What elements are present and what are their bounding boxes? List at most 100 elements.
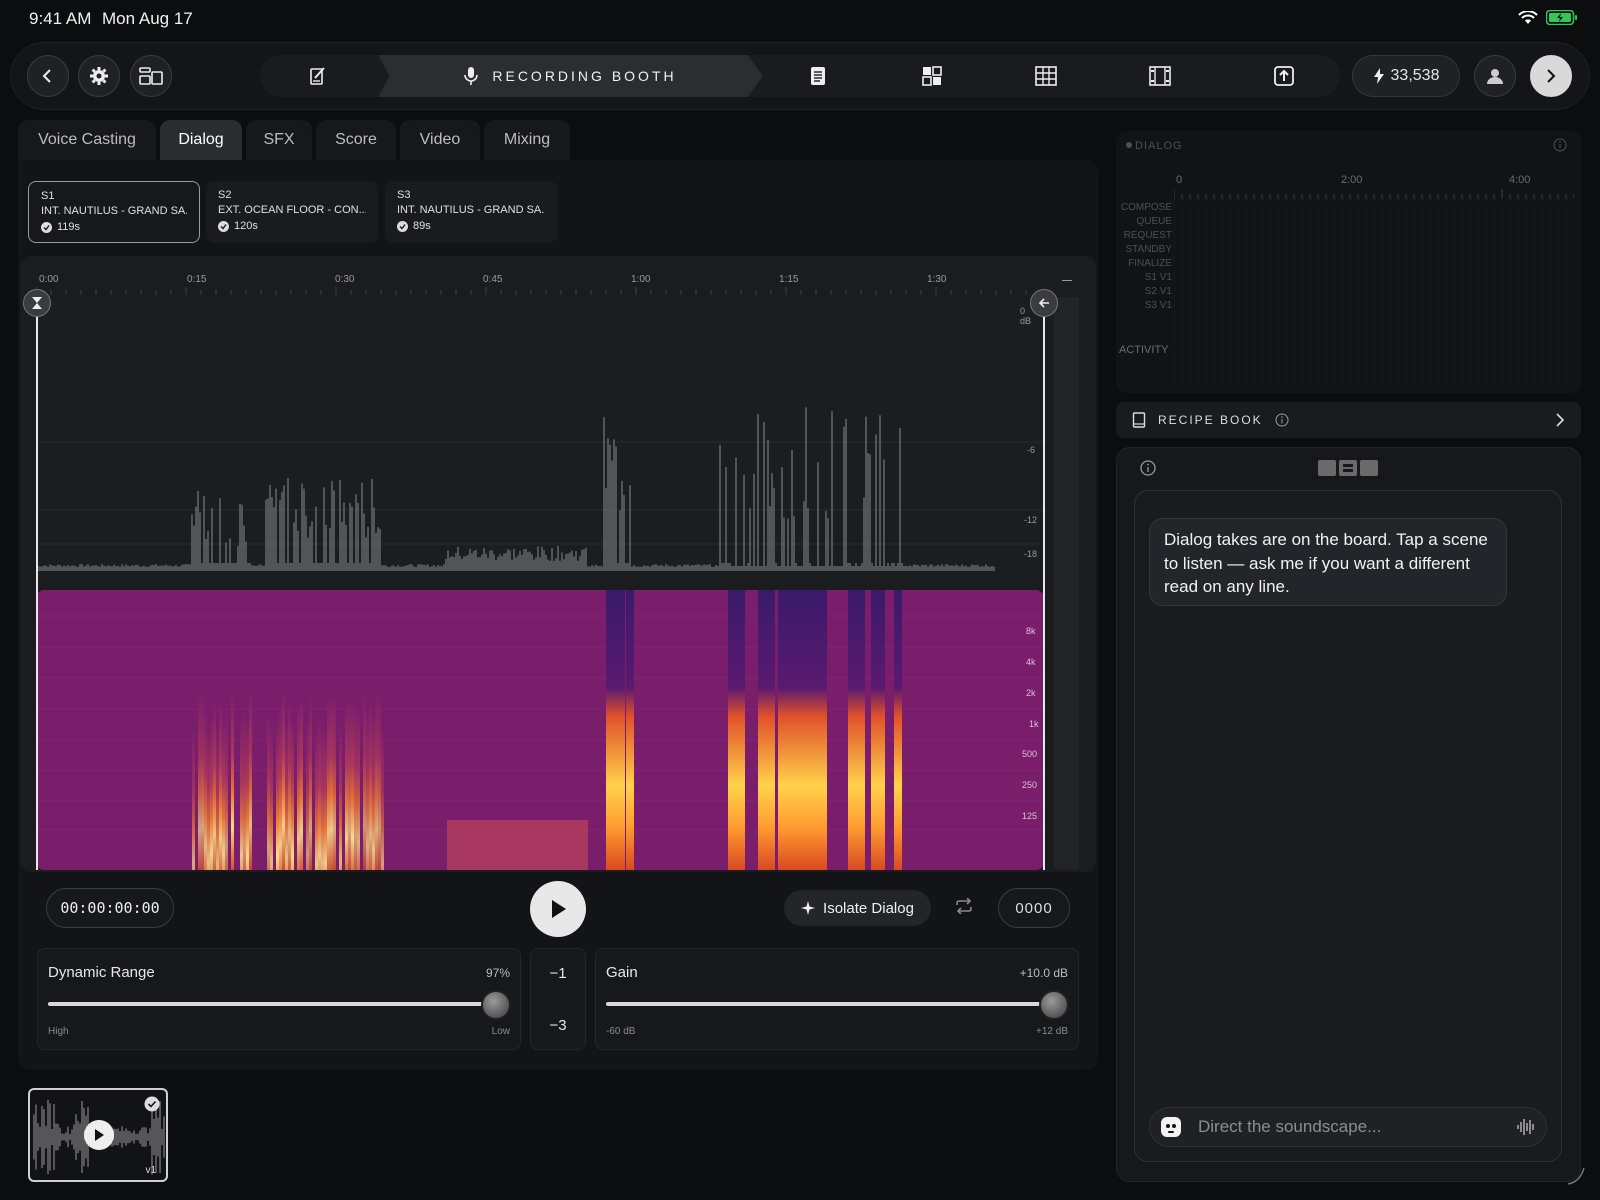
tab-video[interactable]: Video <box>400 120 480 160</box>
stage-document[interactable] <box>800 55 836 97</box>
ruler-tick: 0:15 <box>187 274 207 285</box>
dialog-panel-title: DIALOG <box>1135 140 1183 152</box>
credits-badge[interactable]: 33,538 <box>1352 55 1460 97</box>
settings-button[interactable] <box>78 55 120 97</box>
stage-film[interactable] <box>1142 55 1178 97</box>
version-play-button[interactable] <box>84 1120 114 1150</box>
db-label: -12 <box>1024 515 1038 525</box>
loop-icon[interactable] <box>954 898 974 914</box>
next-button[interactable] <box>1530 55 1572 97</box>
stage-export[interactable] <box>1266 55 1302 97</box>
voice-wave-icon[interactable] <box>1516 1117 1536 1137</box>
hz-label: 2k <box>1026 688 1036 698</box>
script-icon <box>310 67 325 85</box>
gain-max: +12 dB <box>1036 1026 1068 1037</box>
row-label: REQUEST <box>1123 230 1172 241</box>
dynamic-range-knob[interactable] <box>481 990 512 1020</box>
scene-title: EXT. OCEAN FLOOR - CON... <box>218 204 366 216</box>
stage-grid[interactable] <box>1028 55 1064 97</box>
row-label: STANDBY <box>1125 244 1173 255</box>
sparkle-icon <box>801 901 816 915</box>
status-time: 9:41 AM <box>29 9 92 28</box>
version-label: v1 <box>145 1165 156 1176</box>
hz-label: 500 <box>1022 749 1038 759</box>
stage-storyboard[interactable] <box>914 55 950 97</box>
db-label: -6 <box>1027 445 1036 455</box>
dynamic-range-min: High <box>48 1026 69 1037</box>
layout-icon <box>139 67 163 85</box>
stage-recording-booth[interactable]: RECORDING BOOTH <box>378 55 763 97</box>
hz-label: 4k <box>1026 657 1036 667</box>
dynamic-range-track[interactable] <box>48 1002 510 1006</box>
ruler-end-mark <box>1062 280 1072 281</box>
tab-mixing[interactable]: Mixing <box>484 120 570 160</box>
isolate-dialog-button[interactable]: Isolate Dialog <box>784 890 931 926</box>
scene-duration: 119s <box>57 221 81 233</box>
version-thumbnail[interactable]: v1 <box>28 1088 168 1182</box>
scene-card[interactable]: S2 EXT. OCEAN FLOOR - CON... 120s <box>206 181 378 243</box>
grid-icon <box>1035 66 1057 86</box>
play-button[interactable] <box>530 881 586 937</box>
gain-fill <box>606 1002 1055 1006</box>
info-icon[interactable] <box>1553 138 1567 152</box>
time-tick: 4:00 <box>1509 174 1531 186</box>
hz-label: 8k <box>1026 626 1036 636</box>
isolate-label: Isolate Dialog <box>823 899 914 917</box>
gain-knob[interactable] <box>1039 990 1070 1020</box>
gain-min: -60 dB <box>606 1026 636 1037</box>
info-icon[interactable] <box>1140 460 1156 476</box>
waveform[interactable] <box>36 300 1046 585</box>
dialog-ruler <box>1174 189 1574 199</box>
trim-start-handle[interactable] <box>23 289 51 317</box>
check-circle-icon <box>41 221 52 233</box>
scene-title: INT. NAUTILUS - GRAND SA... <box>41 205 187 217</box>
dynamic-range-value: 97% <box>485 966 510 980</box>
gain-track[interactable] <box>606 1002 1068 1006</box>
storyboard-icon <box>922 66 942 86</box>
recipe-book-bar[interactable]: RECIPE BOOK <box>1116 402 1581 438</box>
scene-card[interactable]: S3 INT. NAUTILUS - GRAND SA... 89s <box>385 181 557 243</box>
scene-id: S3 <box>397 189 411 201</box>
check-circle-icon <box>218 220 229 232</box>
scene-card[interactable]: S1 INT. NAUTILUS - GRAND SA... 119s <box>28 181 200 243</box>
credits-value: 33,538 <box>1390 67 1440 84</box>
lightning-icon <box>1373 68 1384 84</box>
tab-voice-casting[interactable]: Voice Casting <box>18 120 156 160</box>
info-icon[interactable] <box>1275 413 1289 427</box>
check-circle-icon <box>397 220 408 232</box>
timecode-display: 00:00:00:00 <box>46 888 174 928</box>
tab-score[interactable]: Score <box>316 120 396 160</box>
level-meter <box>1054 297 1079 869</box>
spectrogram[interactable] <box>36 590 1044 870</box>
dynamic-range-control: Dynamic Range 97% High Low <box>37 948 521 1050</box>
trim-end-line[interactable] <box>1043 300 1045 870</box>
status-dot-icon <box>1126 142 1132 148</box>
profile-button[interactable] <box>1474 55 1516 97</box>
tab-sfx[interactable]: SFX <box>246 120 312 160</box>
play-icon <box>552 900 566 918</box>
status-date: Mon Aug 17 <box>102 9 193 28</box>
resize-handle-icon[interactable] <box>1566 1166 1586 1186</box>
step-minus-3-button[interactable]: −3 <box>530 1000 586 1050</box>
ruler-tick: 1:15 <box>779 274 799 285</box>
tab-dialog[interactable]: Dialog <box>160 120 242 160</box>
db-label: -18 <box>1024 549 1038 559</box>
layout-button[interactable] <box>130 55 172 97</box>
recipe-book-label: RECIPE BOOK <box>1158 413 1263 427</box>
trim-end-handle[interactable] <box>1030 289 1058 317</box>
hz-label: 1k <box>1029 719 1039 729</box>
chat-input[interactable]: Direct the soundscape... <box>1149 1107 1547 1147</box>
back-button[interactable] <box>27 55 69 97</box>
activity-label: ACTIVITY <box>1119 344 1169 356</box>
assistant-avatar-icon <box>1161 1117 1181 1137</box>
chevron-right-icon <box>1556 413 1565 427</box>
stage-script[interactable] <box>300 55 336 97</box>
scene-title: INT. NAUTILUS - GRAND SA... <box>397 204 545 216</box>
gain-value: +10.0 dB <box>1019 966 1068 980</box>
chevron-left-icon <box>42 69 51 83</box>
trim-start-line[interactable] <box>36 300 38 870</box>
ruler-ticks <box>36 287 1042 295</box>
step-minus-1-button[interactable]: −1 <box>530 948 586 998</box>
counter-display: 0000 <box>998 888 1070 928</box>
battery-icon <box>1546 10 1577 25</box>
